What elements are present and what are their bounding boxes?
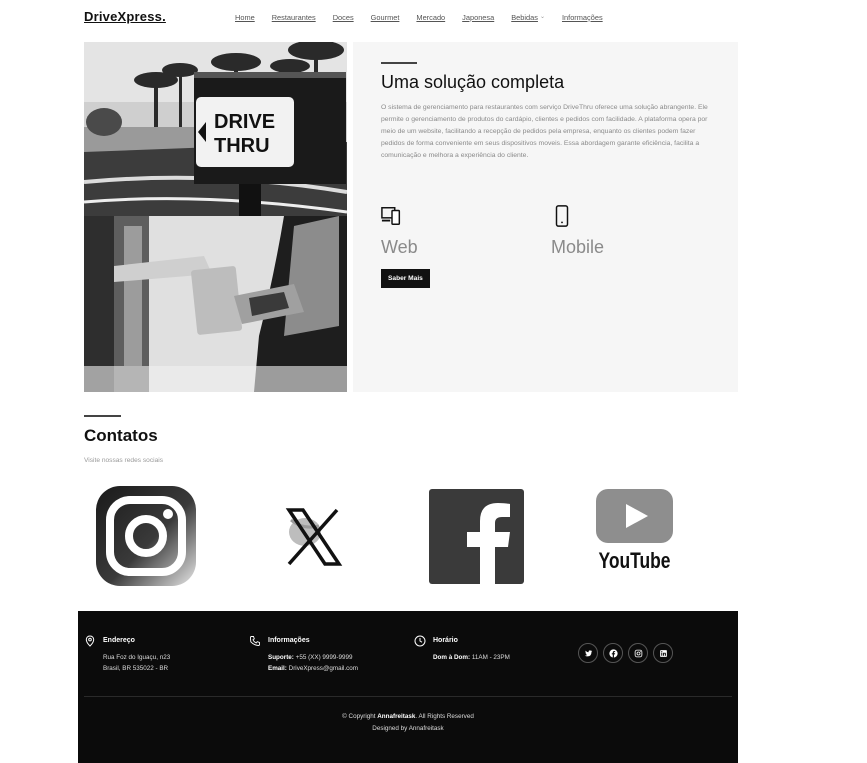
phone-call-icon [250, 636, 260, 646]
nav-bebidas[interactable]: Bebidas [511, 13, 538, 22]
devices-icon [381, 207, 401, 225]
top-navbar: DriveXpress. Home Restaurantes Doces Gou… [84, 0, 738, 36]
footer-address-line1: Rua Foz do Iguaçu, n23 [103, 654, 171, 661]
nav-doces[interactable]: Doces [333, 13, 354, 22]
sign-text-drive: DRIVE [214, 111, 275, 133]
site-footer: Endereço Rua Foz do Iguaçu, n23 Brasil, … [78, 611, 738, 763]
footer-instagram-button[interactable] [628, 643, 648, 663]
main-menu: Home Restaurantes Doces Gourmet Mercado … [235, 13, 620, 22]
brand-logo[interactable]: DriveXpress. [84, 9, 166, 24]
youtube-link[interactable]: YouTube [596, 489, 674, 578]
contact-accent-line [84, 415, 121, 417]
copyright-suffix: . All Rights Reserved [415, 713, 474, 720]
learn-more-button[interactable]: Saber Mais [381, 269, 430, 288]
sign-text-thru: THRU [214, 135, 270, 157]
drive-thru-handoff-photo [84, 216, 347, 392]
footer-email: Email: DriveXpress@gmail.com [268, 665, 358, 672]
footer-divider [84, 696, 732, 697]
footer-address-line2: Brasil, BR 535022 - BR [103, 665, 169, 672]
hand-delivery-illustration [84, 216, 347, 392]
support-value: +55 (XX) 9999-9999 [293, 654, 353, 661]
location-pin-icon [85, 635, 95, 647]
feature-web: Web [381, 204, 418, 258]
footer-twitter-button[interactable] [578, 643, 598, 663]
facebook-circle-icon [608, 648, 618, 658]
instagram-small-icon [634, 649, 642, 657]
footer-facebook-button[interactable] [603, 643, 623, 663]
footer-address-heading: Endereço [103, 637, 135, 644]
instagram-link[interactable] [96, 486, 196, 591]
footer-support: Suporte: +55 (XX) 9999-9999 [268, 654, 353, 661]
linkedin-icon [659, 649, 667, 657]
support-label: Suporte: [268, 654, 294, 661]
feature-mobile: Mobile [551, 204, 604, 258]
nav-bebidas-dropdown[interactable]: Bebidas ⌄ [511, 13, 545, 22]
facebook-link[interactable] [429, 489, 524, 589]
phone-icon [555, 205, 569, 227]
drive-thru-sign-photo: DRIVE THRU [84, 42, 347, 216]
solution-panel: Uma solução completa O sistema de gerenc… [353, 42, 738, 392]
nav-home[interactable]: Home [235, 13, 255, 22]
feature-web-label: Web [381, 237, 418, 257]
nav-restaurantes[interactable]: Restaurantes [272, 13, 316, 22]
x-twitter-icon [285, 508, 343, 566]
solution-title: Uma solução completa [381, 72, 565, 92]
contact-title: Contatos [84, 426, 158, 445]
footer-hours-days: Dom à Dom: 11AM - 23PM [433, 654, 510, 661]
title-accent-line [381, 62, 417, 64]
hours-days-label: Dom à Dom: [433, 654, 471, 661]
nav-informacoes[interactable]: Informações [562, 13, 603, 22]
x-twitter-link[interactable] [283, 506, 343, 573]
footer-linkedin-button[interactable] [653, 643, 673, 663]
contact-subtitle: Visite nossas redes sociais [84, 457, 164, 464]
footer-hours-heading: Horário [433, 637, 458, 644]
nav-mercado[interactable]: Mercado [416, 13, 445, 22]
facebook-icon [429, 489, 524, 584]
copyright-prefix: © Copyright [342, 713, 378, 720]
hours-days-value: 11AM - 23PM [470, 654, 510, 661]
copyright-brand: Annafreitask [377, 713, 416, 720]
solution-description: O sistema de gerenciamento para restaura… [381, 104, 708, 159]
nav-gourmet[interactable]: Gourmet [371, 13, 400, 22]
twitter-bird-icon [584, 649, 592, 656]
instagram-icon [96, 486, 196, 586]
nav-japonesa[interactable]: Japonesa [462, 13, 494, 22]
email-label: Email: [268, 665, 287, 672]
copyright-text: © Copyright Annafreitask. All Rights Res… [78, 713, 738, 720]
email-value[interactable]: DriveXpress@gmail.com [287, 665, 358, 672]
feature-mobile-label: Mobile [551, 237, 605, 257]
youtube-wordmark: YouTube [599, 548, 671, 573]
drive-thru-sign-illustration: DRIVE THRU [84, 42, 347, 216]
chevron-down-icon: ⌄ [539, 14, 545, 20]
youtube-icon: YouTube [596, 489, 673, 573]
designed-by-text: Designed by Annafreitask [372, 725, 444, 732]
hero-images: DRIVE THRU [84, 42, 347, 392]
footer-info-heading: Informações [268, 637, 310, 644]
clock-icon [414, 635, 426, 647]
